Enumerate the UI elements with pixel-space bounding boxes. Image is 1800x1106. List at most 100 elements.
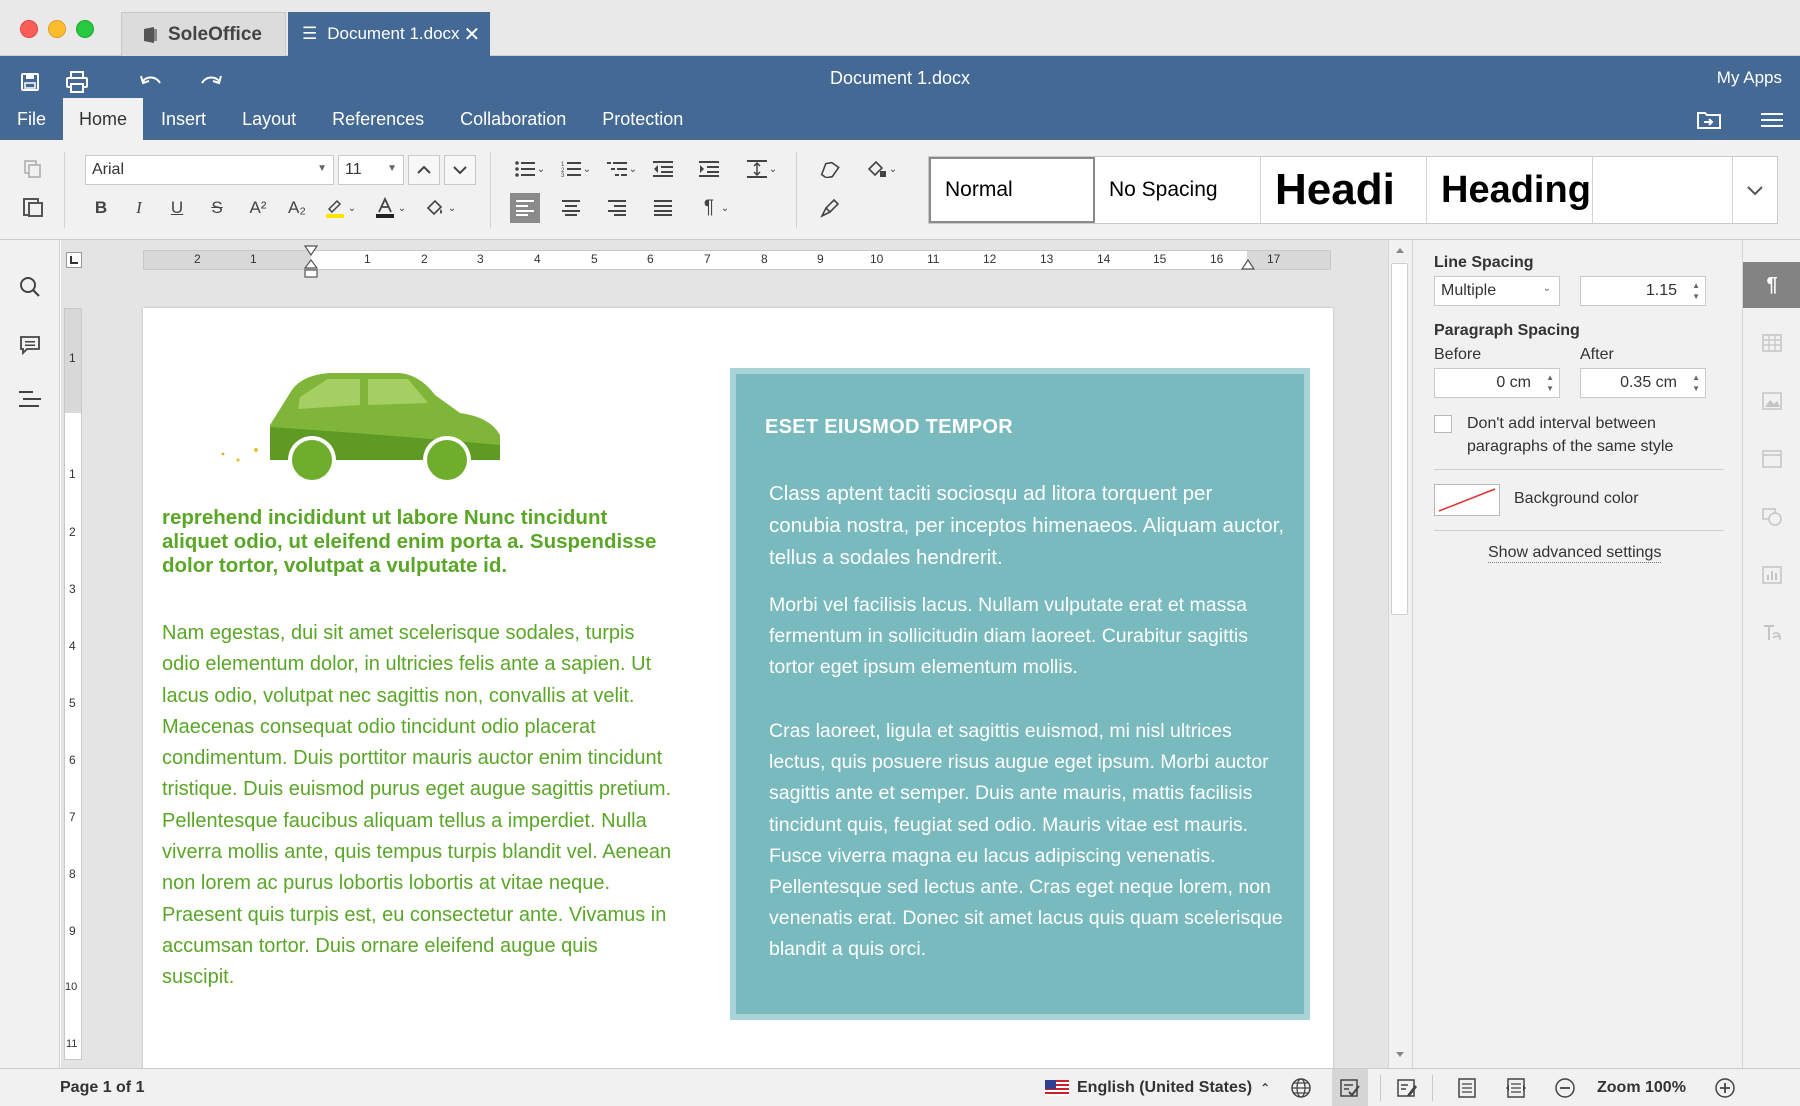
spellcheck-language-button[interactable] [1290,1069,1312,1106]
horizontal-ruler[interactable]: 2 1 1 2 3 4 5 6 7 8 9 10 11 12 13 14 15 … [143,245,1331,278]
menu-hamburger-button[interactable] [1757,106,1787,134]
style-empty-slot[interactable] [1593,157,1733,223]
style-heading-1[interactable]: Headi [1261,157,1427,223]
ruler-left-indent[interactable] [304,259,318,279]
highlight-dropdown[interactable]: ⌄ [344,193,360,223]
show-advanced-settings-link[interactable]: Show advanced settings [1488,544,1662,563]
same-style-interval-checkbox[interactable] [1434,415,1452,433]
subscript-button[interactable]: A₂ [282,193,312,223]
spell-checking-button[interactable] [1332,1069,1368,1106]
stepper-arrows-icon[interactable]: ▲ ▼ [1692,372,1700,394]
line-spacing-value-input[interactable]: 1.15 ▲ ▼ [1580,276,1706,306]
copy-button[interactable] [18,154,48,184]
italic-button[interactable]: I [124,193,154,223]
styles-expand-button[interactable] [1733,157,1777,223]
menu-references[interactable]: References [314,98,442,140]
comments-button[interactable] [15,330,45,360]
teal-box-title[interactable]: ESET EIUSMOD TEMPOR [765,416,1013,439]
zoom-window-button[interactable] [76,20,94,38]
justify-button[interactable] [648,193,678,223]
font-name-select[interactable]: Arial ▼ [85,155,334,185]
same-style-interval-label[interactable]: Don't add interval between paragraphs of… [1467,412,1707,458]
close-window-button[interactable] [20,20,38,38]
page-counter[interactable]: Page 1 of 1 [60,1069,144,1106]
fit-to-page-button[interactable] [1457,1069,1477,1106]
menu-collaboration[interactable]: Collaboration [442,98,584,140]
redo-button[interactable] [195,66,227,98]
zoom-in-button[interactable] [1714,1069,1736,1106]
chart-settings-tab[interactable] [1743,552,1800,598]
clear-style-button[interactable] [815,154,845,184]
zoom-out-button[interactable] [1554,1069,1576,1106]
my-apps-link[interactable]: My Apps [1717,68,1782,88]
multilevel-dropdown[interactable]: ⌄ [626,154,640,184]
search-button[interactable] [15,272,45,302]
ruler-right-indent[interactable] [1241,259,1255,271]
scroll-down-button[interactable] [1393,1048,1407,1060]
menu-protection[interactable]: Protection [584,98,701,140]
navigation-button[interactable] [15,384,45,414]
paste-button[interactable] [18,192,48,222]
table-settings-tab[interactable] [1743,320,1800,366]
language-selector[interactable]: English (United States) ⌃ [1045,1069,1270,1106]
tab-stop-selector[interactable] [66,252,82,268]
superscript-button[interactable]: A² [243,193,273,223]
stepper-arrows-icon[interactable]: ▲ ▼ [1692,280,1700,302]
underline-button[interactable]: U [162,193,192,223]
green-heading[interactable]: reprehend incididunt ut labore Nunc tinc… [162,506,662,578]
minimize-window-button[interactable] [48,20,66,38]
open-file-location-button[interactable] [1694,106,1724,134]
text-fill-dropdown[interactable]: ⌄ [444,193,460,223]
menu-file[interactable]: File [0,98,63,140]
teal-paragraph-3[interactable]: Cras laoreet, ligula et sagittis euismod… [769,716,1289,966]
print-button[interactable] [61,66,93,98]
undo-button[interactable] [135,66,167,98]
fit-to-width-button[interactable] [1506,1069,1526,1106]
numbering-dropdown[interactable]: ⌄ [580,154,594,184]
decrease-font-button[interactable] [444,155,476,185]
teal-paragraph-2[interactable]: Morbi vel facilisis lacus. Nullam vulput… [769,590,1289,684]
tab-soleoffice[interactable]: SoleOffice [121,12,286,56]
vertical-ruler[interactable]: 1 1 2 3 4 5 6 7 8 9 10 11 [64,308,82,1060]
paragraph-settings-tab[interactable]: ¶ [1743,262,1800,308]
increase-font-button[interactable] [408,155,440,185]
style-normal[interactable]: Normal [929,157,1095,223]
close-tab-icon[interactable]: ✕ [464,22,481,47]
style-heading-2[interactable]: Heading [1427,157,1593,223]
tab-document[interactable]: ☰ Document 1.docx ✕ [288,12,490,56]
strikethrough-button[interactable]: S [202,193,232,223]
scrollbar-thumb[interactable] [1391,263,1408,615]
background-color-swatch[interactable] [1434,484,1500,516]
font-size-select[interactable]: 11 ▼ [338,155,404,185]
menu-home[interactable]: Home [63,98,144,140]
align-left-button[interactable] [510,193,540,223]
bullets-dropdown[interactable]: ⌄ [534,154,548,184]
header-footer-settings-tab[interactable] [1743,436,1800,482]
zoom-level[interactable]: Zoom 100% [1597,1069,1686,1106]
bold-button[interactable]: B [86,193,116,223]
save-button[interactable] [14,66,46,98]
color-scheme-dropdown[interactable]: ⌄ [886,154,900,184]
spacing-after-input[interactable]: 0.35 cm ▲ ▼ [1580,368,1706,398]
nonprinting-dropdown[interactable]: ⌄ [718,193,732,223]
line-spacing-mode-select[interactable]: Multiple ⌄ [1434,276,1560,306]
text-art-settings-tab[interactable] [1743,610,1800,656]
decrease-indent-button[interactable] [648,154,678,184]
teal-paragraph-1[interactable]: Class aptent taciti sociosqu ad litora t… [769,478,1289,574]
menu-layout[interactable]: Layout [224,98,314,140]
style-no-spacing[interactable]: No Spacing [1095,157,1261,223]
font-color-dropdown[interactable]: ⌄ [394,193,410,223]
stepper-arrows-icon[interactable]: ▲ ▼ [1546,372,1554,394]
align-right-button[interactable] [602,193,632,223]
increase-indent-button[interactable] [694,154,724,184]
copy-style-button[interactable] [815,193,845,223]
line-spacing-dropdown[interactable]: ⌄ [766,154,780,184]
scroll-up-button[interactable] [1393,244,1407,256]
spacing-before-input[interactable]: 0 cm ▲ ▼ [1434,368,1560,398]
green-body-text[interactable]: Nam egestas, dui sit amet scelerisque so… [162,618,672,994]
ruler-first-line-indent[interactable] [304,245,318,257]
shape-settings-tab[interactable] [1743,494,1800,540]
menu-insert[interactable]: Insert [143,98,224,140]
image-settings-tab[interactable] [1743,378,1800,424]
align-center-button[interactable] [556,193,586,223]
